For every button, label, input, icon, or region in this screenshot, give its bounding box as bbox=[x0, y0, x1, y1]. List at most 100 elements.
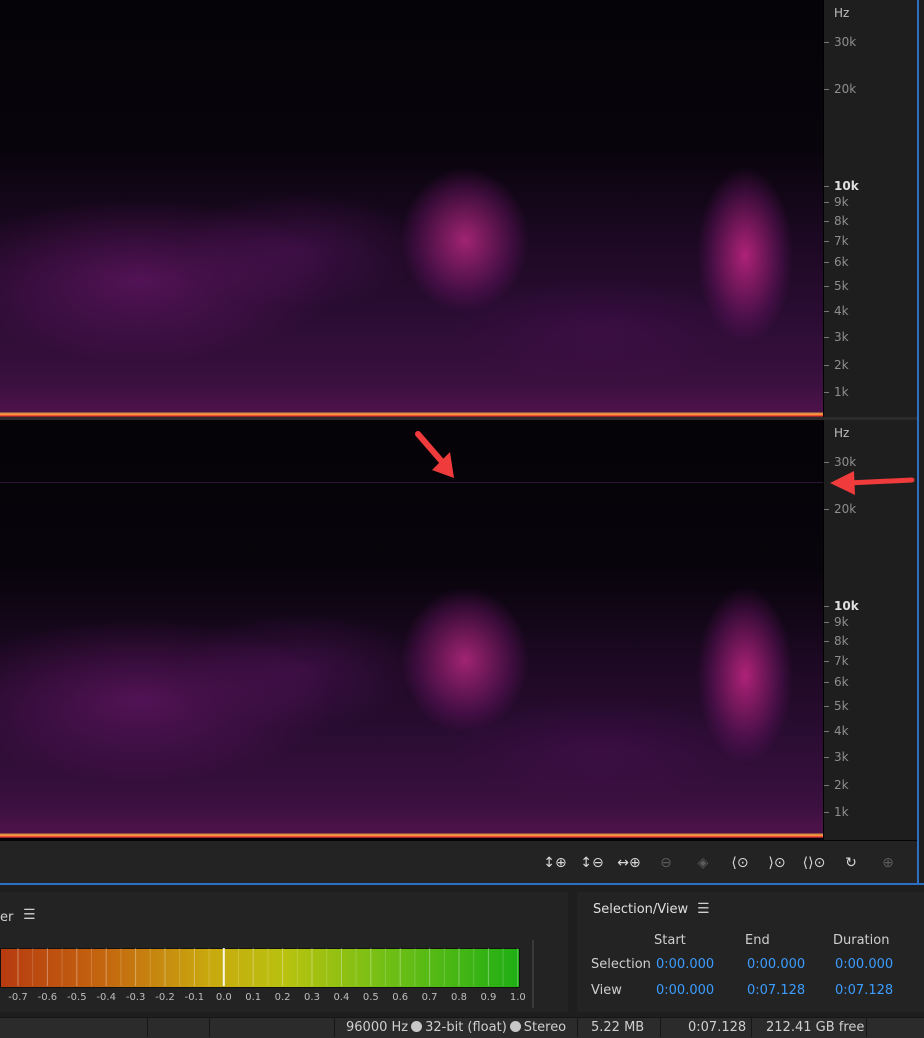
frequency-tick-label: 30k bbox=[834, 455, 857, 469]
level-meter-gridlines bbox=[17, 948, 518, 986]
level-scale-label: 0.7 bbox=[421, 992, 438, 1003]
file-duration: 0:07.128 bbox=[688, 1020, 747, 1035]
status-separator bbox=[577, 1018, 578, 1037]
selection-start-field[interactable]: 0:00.000 bbox=[656, 957, 714, 972]
tick-mark bbox=[824, 622, 829, 623]
view-row-label: View bbox=[591, 983, 622, 998]
status-separator bbox=[866, 1018, 867, 1037]
tick-mark bbox=[824, 365, 829, 366]
level-meter-scrollbar[interactable] bbox=[532, 940, 534, 1008]
tick-mark bbox=[824, 221, 829, 222]
tick-mark bbox=[824, 202, 829, 203]
status-separator bbox=[660, 1018, 661, 1037]
frequency-tick-label: 4k bbox=[834, 304, 849, 318]
tick-mark bbox=[824, 392, 829, 393]
level-meter-scale: -0.7 -0.6 -0.5 -0.4 -0.3 -0.2 -0.1 0.0 0.1 0.2 0.3… bbox=[0, 992, 540, 1008]
tick-mark bbox=[824, 186, 829, 187]
level-scale-label: -0.3 bbox=[125, 992, 146, 1003]
view-end-field[interactable]: 0:07.128 bbox=[747, 983, 805, 998]
tick-mark bbox=[824, 462, 829, 463]
level-scale-label: -0.2 bbox=[155, 992, 175, 1003]
level-scale-label: 0.8 bbox=[451, 992, 467, 1003]
zoom-out-point-icon[interactable]: ⟩⊙ bbox=[765, 851, 789, 875]
zoom-out-full-icon[interactable]: ⊖ bbox=[654, 851, 678, 875]
level-scale-label: 0.1 bbox=[245, 992, 262, 1003]
panel-menu-icon[interactable]: ☰ bbox=[23, 907, 36, 923]
free-disk-space: 212.41 GB free bbox=[766, 1020, 865, 1035]
tick-mark bbox=[824, 661, 829, 662]
level-scale-label: -0.7 bbox=[8, 992, 28, 1003]
frequency-tick-label: 5k bbox=[834, 699, 849, 713]
file-size: 5.22 MB bbox=[591, 1020, 645, 1035]
frequency-tick-label: 9k bbox=[834, 195, 849, 209]
frequency-tick-label: 8k bbox=[834, 214, 849, 228]
tick-mark bbox=[824, 706, 829, 707]
channel-left-spectrogram[interactable] bbox=[0, 0, 823, 417]
zoom-selection-icon[interactable]: ◈ bbox=[691, 851, 715, 875]
frequency-ruler-top[interactable]: Hz 30k 20k 10k 9k 8k 7k 6k 5k 4k 3k 2k 1k bbox=[823, 0, 918, 417]
frequency-tick-label: 10k bbox=[834, 179, 859, 193]
separator-dot-icon bbox=[509, 1021, 521, 1032]
tick-mark bbox=[824, 757, 829, 758]
channel-divider bbox=[0, 417, 917, 420]
level-scale-label: 0.6 bbox=[392, 992, 409, 1003]
frequency-tick-label: 9k bbox=[834, 615, 849, 629]
tick-mark bbox=[824, 731, 829, 732]
frequency-tick-label: 4k bbox=[834, 724, 849, 738]
frequency-tick-label: 10k bbox=[834, 599, 859, 613]
low-frequency-energy-band bbox=[0, 833, 823, 838]
sample-rate: 96000 Hz bbox=[346, 1020, 409, 1035]
level-scale-label: 0.3 bbox=[304, 992, 320, 1003]
frequency-tick-label: 1k bbox=[834, 805, 849, 819]
frequency-tick-label: 5k bbox=[834, 279, 849, 293]
bit-depth: 32-bit (float) bbox=[425, 1020, 507, 1035]
frequency-tick-label: 7k bbox=[834, 234, 849, 248]
zoom-reset-icon[interactable]: ↻ bbox=[839, 851, 863, 875]
zoom-to-selection-icon[interactable]: ⊕ bbox=[876, 851, 900, 875]
level-scale-label: -0.6 bbox=[37, 992, 58, 1003]
selection-end-field[interactable]: 0:00.000 bbox=[747, 957, 805, 972]
view-duration-field[interactable]: 0:07.128 bbox=[835, 983, 893, 998]
zoom-in-amplitude-icon[interactable]: ↕⊕ bbox=[543, 851, 567, 875]
level-scale-label: 0.9 bbox=[480, 992, 497, 1003]
level-scale-label: 0.0 bbox=[215, 992, 232, 1003]
panel-menu-icon[interactable]: ☰ bbox=[697, 901, 710, 917]
status-separator bbox=[751, 1018, 752, 1037]
tick-mark bbox=[824, 89, 829, 90]
view-start-field[interactable]: 0:00.000 bbox=[656, 983, 714, 998]
status-format: 96000 Hz 32-bit (float) Stereo bbox=[346, 1020, 566, 1035]
annotation-arrow-left bbox=[830, 471, 915, 495]
selection-view-title: Selection/View bbox=[593, 902, 689, 917]
level-scale-label: 0.2 bbox=[274, 992, 291, 1003]
tick-mark bbox=[824, 606, 829, 607]
level-scale-label: -0.1 bbox=[184, 992, 205, 1003]
spectral-frequency-display[interactable] bbox=[0, 0, 917, 841]
tick-mark bbox=[824, 337, 829, 338]
zoom-out-amplitude-icon[interactable]: ↕⊖ bbox=[580, 851, 604, 875]
selection-row-label: Selection bbox=[591, 957, 651, 972]
tick-mark bbox=[824, 286, 829, 287]
frequency-tick-label: 6k bbox=[834, 675, 849, 689]
frequency-tick-label: 2k bbox=[834, 778, 849, 792]
tick-mark bbox=[824, 262, 829, 263]
zoom-all-icon[interactable]: ⟨⟩⊙ bbox=[802, 851, 826, 875]
tick-mark bbox=[824, 241, 829, 242]
frequency-tick-label: 20k bbox=[834, 82, 857, 96]
end-header: End bbox=[745, 933, 770, 948]
tick-mark bbox=[824, 682, 829, 683]
zoom-in-point-icon[interactable]: ⟨⊙ bbox=[728, 851, 752, 875]
frequency-tick-label: 3k bbox=[834, 750, 849, 764]
tick-mark bbox=[824, 641, 829, 642]
duration-header: Duration bbox=[833, 933, 890, 948]
level-scale-label: 0.5 bbox=[362, 992, 379, 1003]
start-header: Start bbox=[654, 933, 686, 948]
selection-duration-field[interactable]: 0:00.000 bbox=[835, 957, 893, 972]
spectrogram-heatmap bbox=[0, 0, 823, 417]
zoom-in-time-icon[interactable]: ↔⊕ bbox=[617, 851, 641, 875]
ruler-unit-label: Hz bbox=[834, 6, 850, 20]
frequency-tick-label: 2k bbox=[834, 358, 849, 372]
frequency-tick-label: 3k bbox=[834, 330, 849, 344]
channel-mode: Stereo bbox=[523, 1020, 567, 1035]
panel-focus-border-right bbox=[917, 0, 919, 885]
levels-panel-title: er bbox=[0, 910, 14, 925]
